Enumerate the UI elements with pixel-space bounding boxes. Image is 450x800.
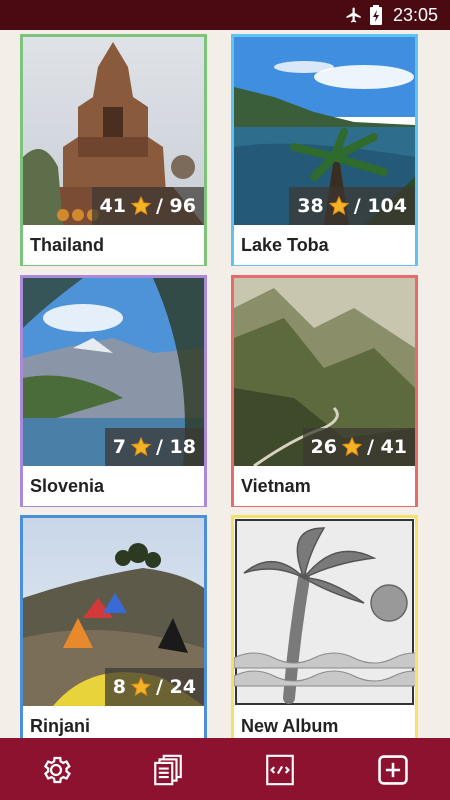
album-star-count: 41 / 96	[91, 187, 204, 225]
album-title: Lake Toba	[234, 225, 415, 265]
gear-icon	[43, 756, 71, 784]
album-card-slovenia[interactable]: 7 / 18 Slovenia	[20, 275, 207, 507]
album-title: Thailand	[23, 225, 204, 265]
settings-button[interactable]	[38, 752, 74, 788]
album-title: Vietnam	[234, 466, 415, 506]
album-title: New Album	[234, 706, 415, 738]
album-placeholder-image	[234, 518, 415, 706]
album-cover-thailand: 41 / 96	[23, 37, 204, 225]
album-card-rinjani[interactable]: 8 / 24 Rinjani	[20, 515, 207, 738]
album-star-count: 8 / 24	[104, 668, 204, 706]
documents-button[interactable]	[150, 752, 186, 788]
star-icon	[341, 436, 363, 457]
album-grid: 41 / 96 Thailand 38 / 104 Lake Toba 7 / …	[0, 30, 450, 738]
code-view-button[interactable]	[262, 752, 298, 788]
add-album-button[interactable]	[375, 752, 411, 788]
battery-charging-icon	[370, 5, 382, 30]
bottom-toolbar	[0, 738, 450, 800]
airplane-mode-icon	[344, 6, 364, 29]
album-card-new-album[interactable]: New Album	[231, 515, 418, 738]
album-card-thailand[interactable]: 41 / 96 Thailand	[20, 34, 207, 266]
status-time: 23:05	[392, 5, 438, 25]
album-title: Rinjani	[23, 706, 204, 738]
album-star-count: 38 / 104	[289, 187, 415, 225]
album-star-count: 7 / 18	[104, 428, 204, 466]
album-cover-lake-toba: 38 / 104	[234, 37, 415, 225]
star-icon	[130, 436, 152, 457]
status-bar: 23:05	[0, 0, 450, 30]
star-icon	[130, 195, 152, 216]
code-file-icon	[266, 754, 294, 786]
album-card-vietnam[interactable]: 26 / 41 Vietnam	[231, 275, 418, 507]
album-cover-vietnam: 26 / 41	[234, 278, 415, 466]
documents-icon	[154, 754, 182, 786]
album-cover-rinjani: 8 / 24	[23, 518, 204, 706]
add-icon	[378, 755, 408, 785]
album-title: Slovenia	[23, 466, 204, 506]
album-card-lake-toba[interactable]: 38 / 104 Lake Toba	[231, 34, 418, 266]
star-icon	[130, 676, 152, 697]
album-cover-slovenia: 7 / 18	[23, 278, 204, 466]
album-star-count: 26 / 41	[302, 428, 415, 466]
star-icon	[328, 195, 350, 216]
